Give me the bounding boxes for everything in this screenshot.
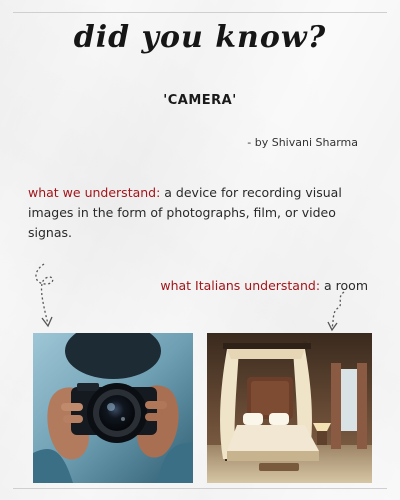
english-label: what we understand: (28, 185, 161, 200)
photographer-camera-photo (33, 333, 193, 483)
italian-label: what Italians understand: (160, 278, 321, 293)
bottom-border (13, 488, 387, 489)
poster: did you know? 'CAMERA' - by Shivani Shar… (0, 0, 400, 500)
dotted-arrow-right-icon (327, 291, 345, 332)
dotted-arrow-left-icon (35, 263, 54, 328)
top-border (13, 12, 387, 13)
english-definition: what we understand: a device for recordi… (28, 183, 380, 243)
poster-title: did you know? (73, 20, 327, 55)
canopy-bedroom-photo (207, 333, 372, 483)
author-byline: - by Shivani Sharma (247, 136, 358, 149)
subject-word: 'CAMERA' (163, 93, 237, 108)
